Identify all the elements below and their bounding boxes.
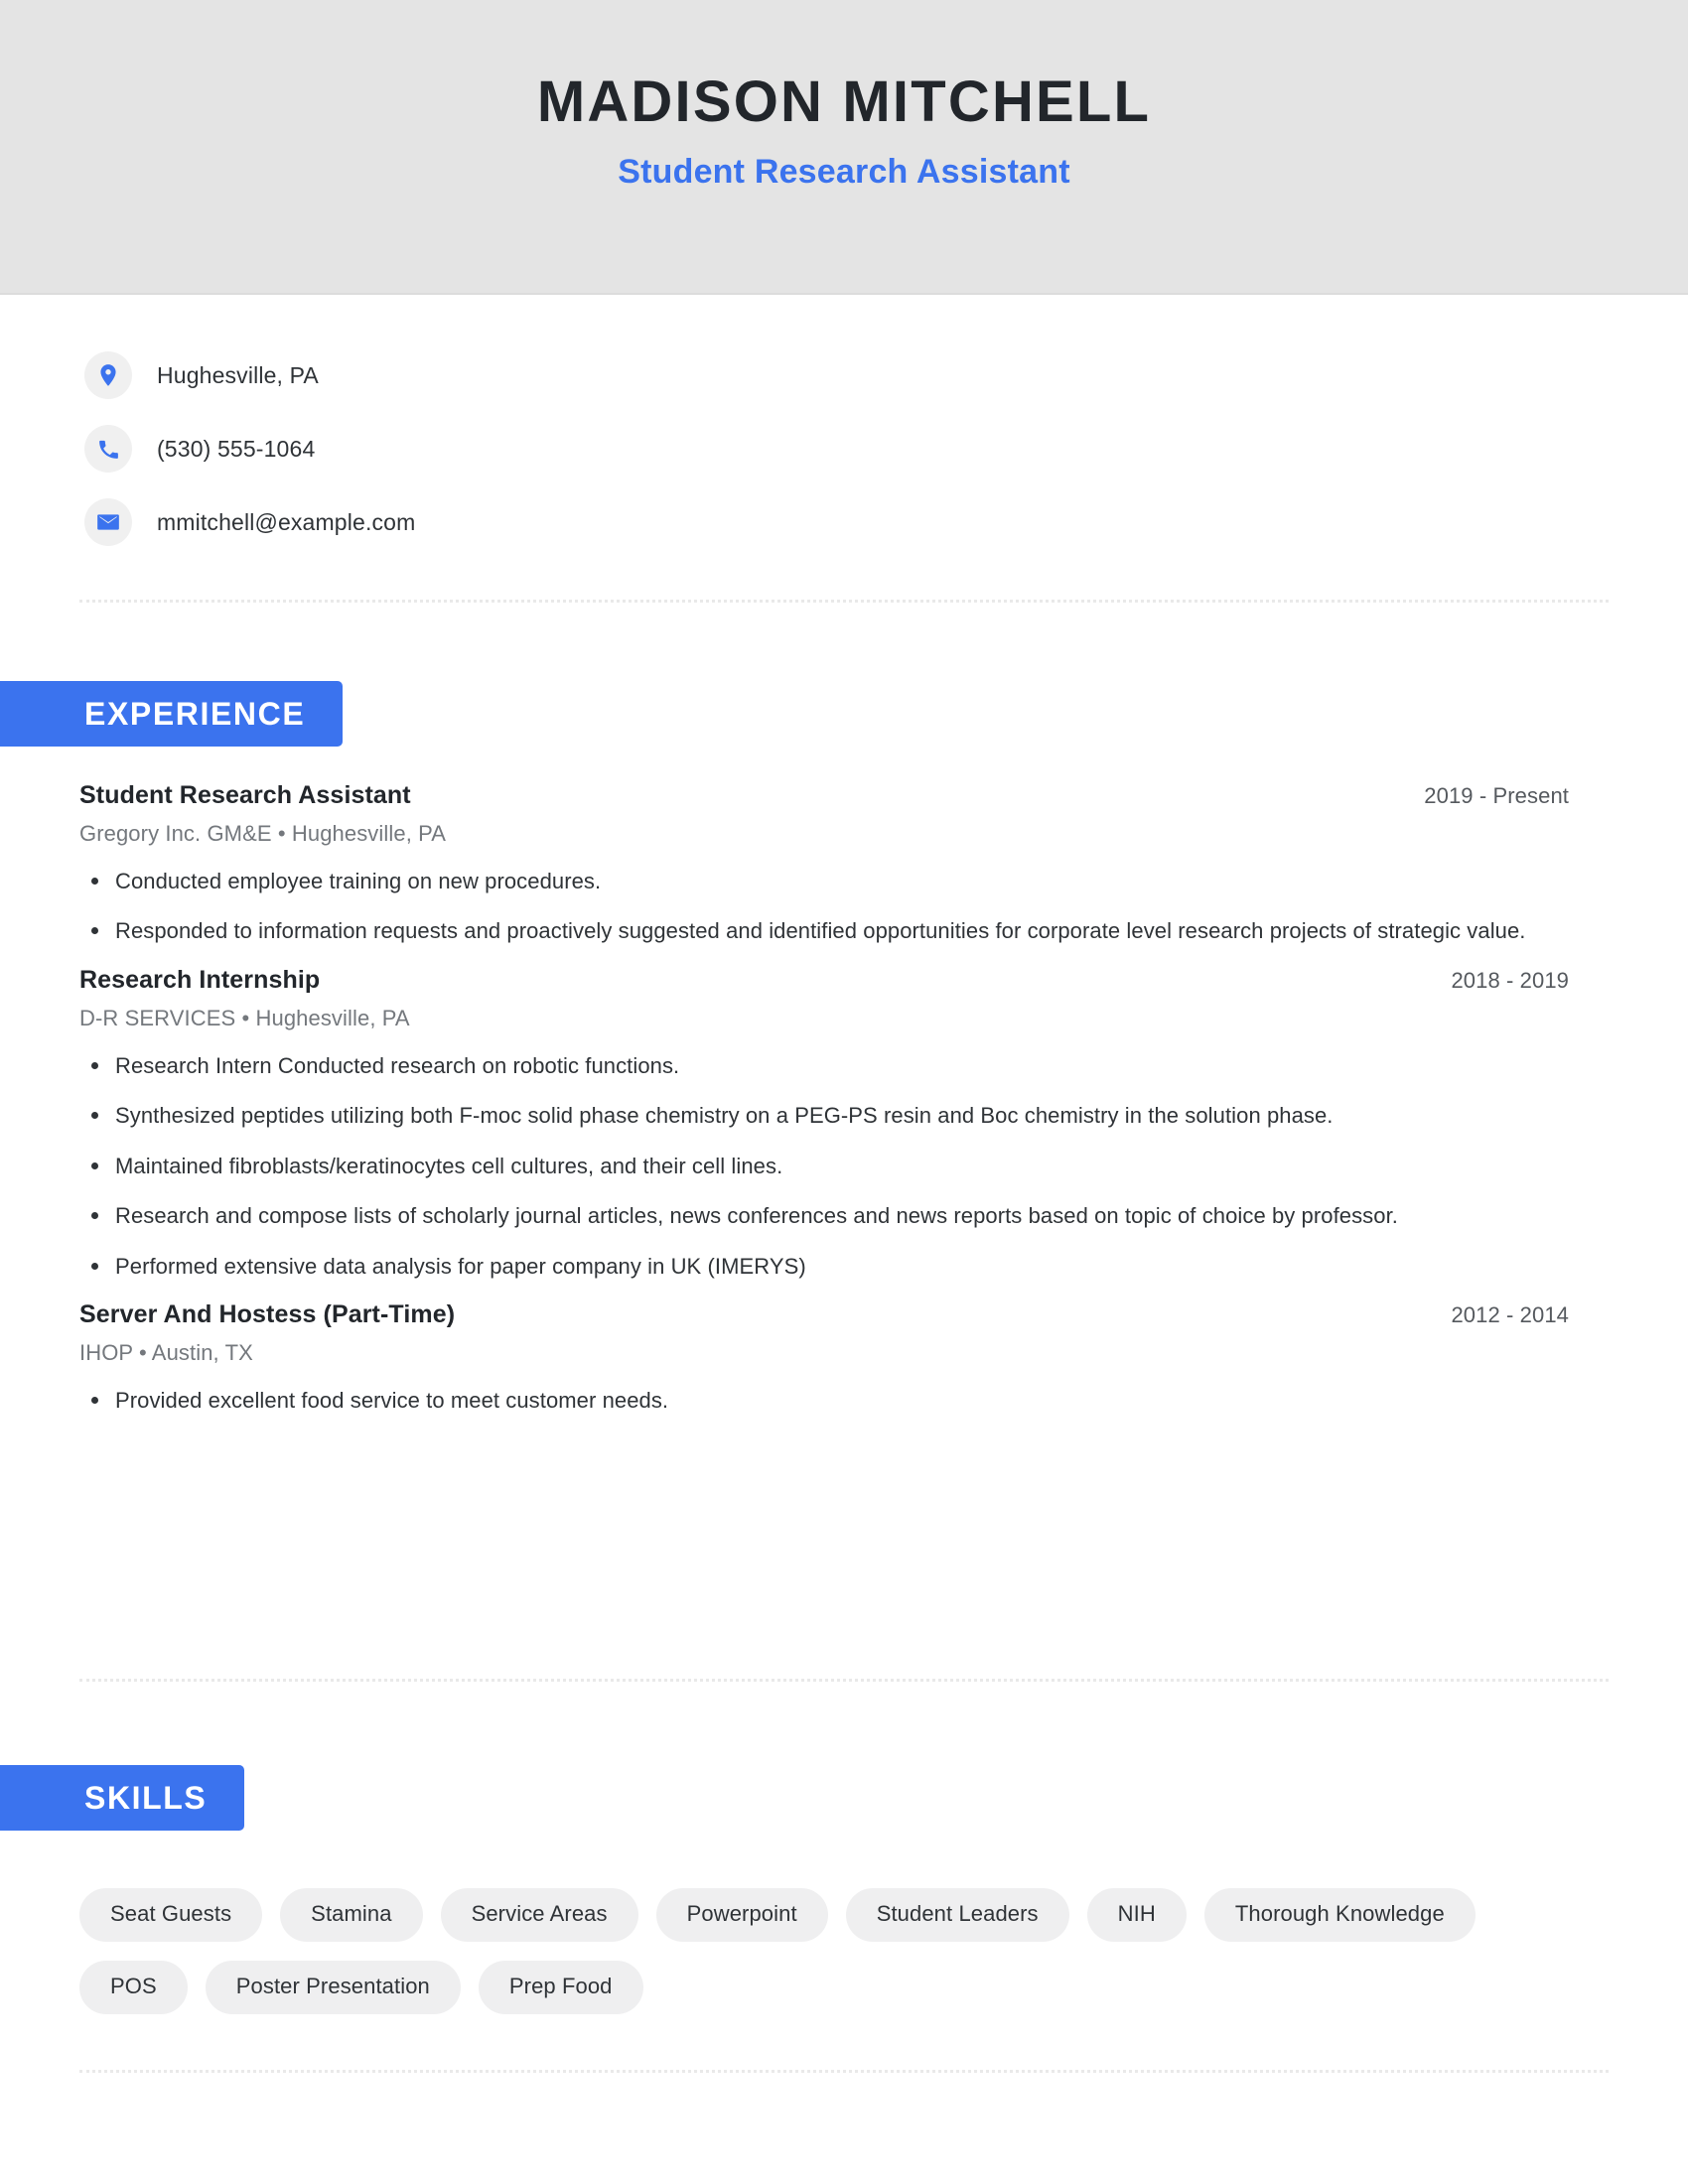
experience-entry-header: Research Internship 2018 - 2019 [79, 965, 1569, 995]
section-heading-experience: EXPERIENCE [0, 681, 344, 747]
contact-block: Hughesville, PA (530) 555-1064 mmitchell… [84, 349, 415, 570]
divider-contact [79, 600, 1609, 603]
experience-bullet: Synthesized peptides utilizing both F-mo… [79, 1099, 1575, 1132]
resume-page: MADISON MITCHELL Student Research Assist… [0, 0, 1688, 2184]
contact-location-value: Hughesville, PA [157, 361, 319, 388]
experience-bullet-list: Research Intern Conducted research on ro… [79, 1049, 1609, 1283]
experience-bullet: Research Intern Conducted research on ro… [79, 1049, 1575, 1082]
experience-company-location: D-R SERVICES • Hughesville, PA [79, 1005, 410, 1030]
experience-bullet: Conducted employee training on new proce… [79, 865, 1575, 897]
skills-chip-list: Seat Guests Stamina Service Areas Powerp… [79, 1888, 1529, 2015]
experience-dates: 2018 - 2019 [1451, 967, 1569, 993]
experience-list: Student Research Assistant 2019 - Presen… [79, 780, 1609, 1434]
skill-chip: Service Areas [440, 1888, 638, 1943]
experience-dates: 2012 - 2014 [1451, 1302, 1569, 1328]
experience-role: Research Internship [79, 965, 321, 994]
header-text-group: MADISON MITCHELL Student Research Assist… [0, 69, 1688, 191]
skill-chip: POS [79, 1961, 188, 2015]
experience-bullet: Performed extensive data analysis for pa… [79, 1250, 1575, 1283]
experience-bullet: Provided excellent food service to meet … [79, 1384, 1575, 1417]
email-icon [84, 498, 132, 546]
experience-role: Server And Hostess (Part-Time) [79, 1300, 456, 1329]
contact-item-location: Hughesville, PA [84, 349, 415, 401]
resume-header: MADISON MITCHELL Student Research Assist… [0, 0, 1688, 295]
candidate-name: MADISON MITCHELL [536, 69, 1152, 134]
skill-chip: Thorough Knowledge [1203, 1888, 1476, 1943]
experience-entry-header: Server And Hostess (Part-Time) 2012 - 20… [79, 1299, 1569, 1329]
contact-item-email: mmitchell@example.com [84, 496, 415, 548]
experience-company-location: Gregory Inc. GM&E • Hughesville, PA [79, 821, 447, 846]
divider-experience [79, 1679, 1609, 1682]
experience-entry: Research Internship 2018 - 2019 D-R SERV… [79, 965, 1609, 1283]
contact-item-phone: (530) 555-1064 [84, 423, 415, 475]
skill-chip: Stamina [280, 1888, 423, 1943]
experience-bullet: Research and compose lists of scholarly … [79, 1199, 1575, 1232]
candidate-job-title: Student Research Assistant [618, 152, 1070, 191]
experience-dates: 2019 - Present [1424, 783, 1569, 808]
experience-entry: Server And Hostess (Part-Time) 2012 - 20… [79, 1299, 1609, 1417]
experience-bullet-list: Conducted employee training on new proce… [79, 865, 1609, 948]
contact-email-value: mmitchell@example.com [157, 508, 416, 535]
section-heading-skills-label: SKILLS [84, 1779, 208, 1816]
experience-bullet: Responded to information requests and pr… [79, 914, 1575, 947]
section-heading-skills: SKILLS [0, 1765, 245, 1831]
experience-company-location: IHOP • Austin, TX [79, 1340, 253, 1366]
experience-bullet: Maintained fibroblasts/keratinocytes cel… [79, 1150, 1575, 1182]
divider-skills [79, 2070, 1609, 2073]
phone-icon [84, 425, 132, 473]
experience-entry: Student Research Assistant 2019 - Presen… [79, 780, 1609, 948]
experience-role: Student Research Assistant [79, 781, 411, 809]
section-heading-experience-label: EXPERIENCE [84, 695, 306, 732]
skill-chip: Seat Guests [79, 1888, 263, 1943]
skill-chip: Student Leaders [845, 1888, 1069, 1943]
experience-bullet-list: Provided excellent food service to meet … [79, 1384, 1609, 1417]
skill-chip: Powerpoint [655, 1888, 828, 1943]
skill-chip: Poster Presentation [205, 1961, 461, 2015]
experience-entry-header: Student Research Assistant 2019 - Presen… [79, 780, 1569, 810]
skill-chip: Prep Food [478, 1961, 643, 2015]
skill-chip: NIH [1086, 1888, 1187, 1943]
contact-phone-value: (530) 555-1064 [157, 435, 316, 462]
location-pin-icon [84, 351, 132, 399]
